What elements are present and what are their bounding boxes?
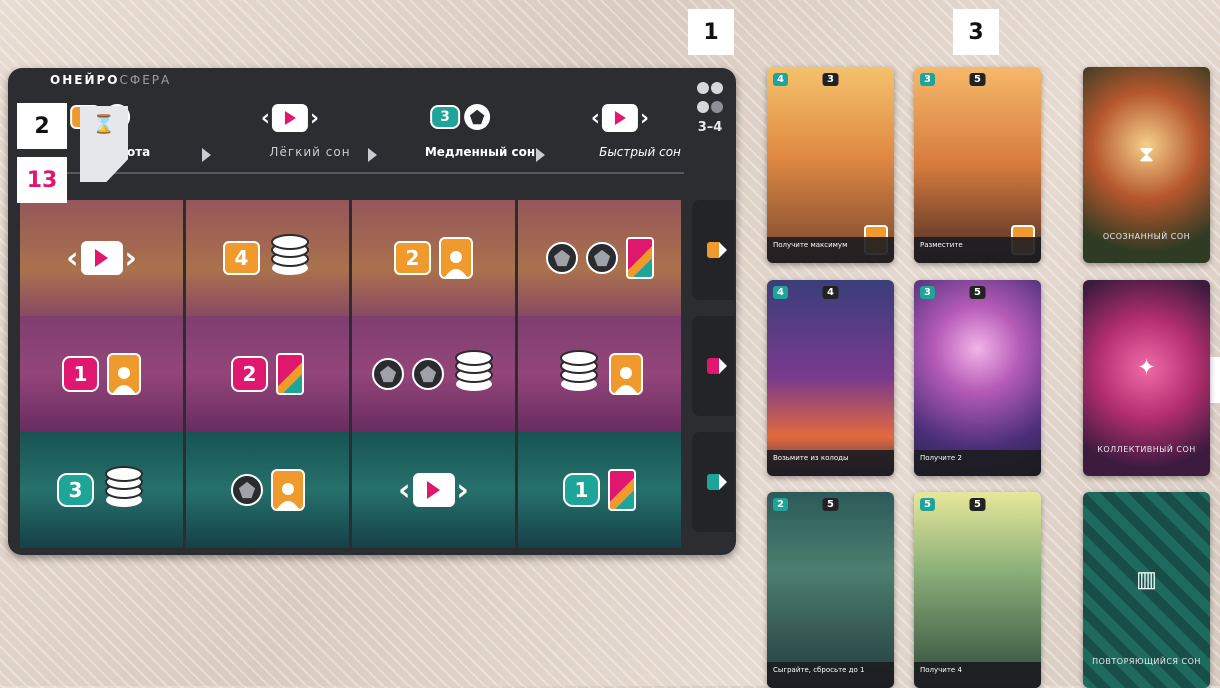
dream-card[interactable]: 4 3 Получите максимум	[767, 67, 894, 263]
phase-label: Быстрый сон	[599, 145, 681, 159]
hourglass-icon: 2	[393, 241, 432, 275]
pink-star-icon: 2	[230, 356, 269, 392]
action-cell[interactable]	[518, 316, 684, 432]
teal-three-icon: 3	[56, 473, 95, 507]
pentagon-icon	[230, 474, 263, 506]
dream-card[interactable]: 3 5 Получите 2	[914, 280, 1041, 476]
action-cell[interactable]: 4	[186, 200, 352, 316]
action-cell[interactable]: 3	[20, 432, 186, 548]
player-dot-icon	[697, 82, 709, 94]
person-icon	[608, 353, 643, 395]
pentagon-icon	[463, 104, 490, 130]
token-stack-icon	[102, 464, 146, 516]
tab-arrow-icon	[707, 358, 727, 374]
label-3: 3	[953, 9, 999, 55]
hourglass-icon: ⧗	[1138, 142, 1155, 168]
card-icon	[608, 469, 637, 511]
label-13: 13	[17, 157, 67, 203]
person-icon	[439, 237, 474, 279]
dream-card[interactable]: 5 5 Получите 4	[914, 492, 1041, 688]
deck-back-collective-dream[interactable]: ✦ КОЛЛЕКТИВНЫЙ СОН	[1083, 280, 1210, 476]
game-board: ОНЕЙРОСФЕРА 3–4 4 Дремота ‹› Лёгкий сон …	[8, 68, 736, 555]
label-2: 2	[17, 103, 67, 149]
action-cell[interactable]: 1	[20, 316, 186, 432]
play-card-icon	[80, 241, 123, 275]
dream-card[interactable]: 2 5 Сыграйте, сбросьте до 1	[767, 492, 894, 688]
deck-slot-teal[interactable]	[692, 432, 734, 532]
action-cell[interactable]: 2	[352, 200, 518, 316]
star-icon: ✦	[1137, 355, 1156, 381]
deck-slot-pink[interactable]	[692, 316, 734, 416]
phase-slow-sleep[interactable]: 3 Медленный сон	[380, 94, 540, 174]
pentagon-icon	[585, 242, 618, 274]
token-stack-icon	[268, 232, 312, 284]
action-grid: ‹ › 4 2 1 2 3 ‹ › 1	[20, 200, 684, 548]
card-icon	[625, 237, 654, 279]
dream-card[interactable]: 3 5 Разместите	[914, 67, 1041, 263]
hourglass-icon: 4	[222, 241, 261, 275]
play-card-icon	[272, 104, 308, 132]
card-icon	[276, 353, 305, 395]
play-card-icon	[412, 473, 455, 507]
token-stack-icon	[452, 348, 496, 400]
deck-slot-orange[interactable]	[692, 200, 734, 300]
player-dot-icon	[711, 82, 723, 94]
label-1: 1	[688, 9, 734, 55]
person-icon	[270, 469, 305, 511]
action-cell[interactable]	[186, 432, 352, 548]
phase-label: Медленный сон	[424, 145, 536, 159]
player-dot-icon	[711, 101, 723, 113]
tab-arrow-icon	[707, 242, 727, 258]
action-cell[interactable]: 2	[186, 316, 352, 432]
board-title: ОНЕЙРОСФЕРА	[50, 73, 172, 87]
maze-icon: ▥	[1136, 567, 1157, 593]
pentagon-icon	[411, 358, 444, 390]
phase-light-sleep[interactable]: ‹ › Лёгкий сон	[210, 94, 370, 174]
action-cell[interactable]	[518, 200, 684, 316]
arrow-right-icon	[368, 148, 377, 162]
token-stack-icon	[557, 348, 601, 400]
pentagon-icon	[371, 358, 404, 390]
hourglass-icon: ⌛	[92, 114, 116, 135]
action-cell[interactable]: ‹ ›	[20, 200, 186, 316]
deck-back-lucid-dream[interactable]: ⧗ ОСОЗНАННЫЙ СОН	[1083, 67, 1210, 263]
phase-label: Лёгкий сон	[269, 145, 351, 159]
action-cell[interactable]	[352, 316, 518, 432]
person-icon	[107, 353, 142, 395]
play-card-icon	[602, 104, 638, 132]
action-cell[interactable]: 1	[518, 432, 684, 548]
pink-star-icon: 1	[61, 356, 100, 392]
pentagon-icon	[545, 242, 578, 274]
teal-three-icon: 3	[430, 105, 460, 129]
tab-arrow-icon	[707, 474, 727, 490]
action-cell[interactable]: ‹ ›	[352, 432, 518, 548]
deck-back-recurring-dream[interactable]: ▥ ПОВТОРЯЮЩИЙСЯ СОН	[1083, 492, 1210, 688]
teal-one-icon: 1	[562, 473, 601, 507]
phase-rem-sleep[interactable]: ‹ › Быстрый сон	[540, 94, 700, 174]
dream-card[interactable]: 4 4 Возьмите из колоды	[767, 280, 894, 476]
